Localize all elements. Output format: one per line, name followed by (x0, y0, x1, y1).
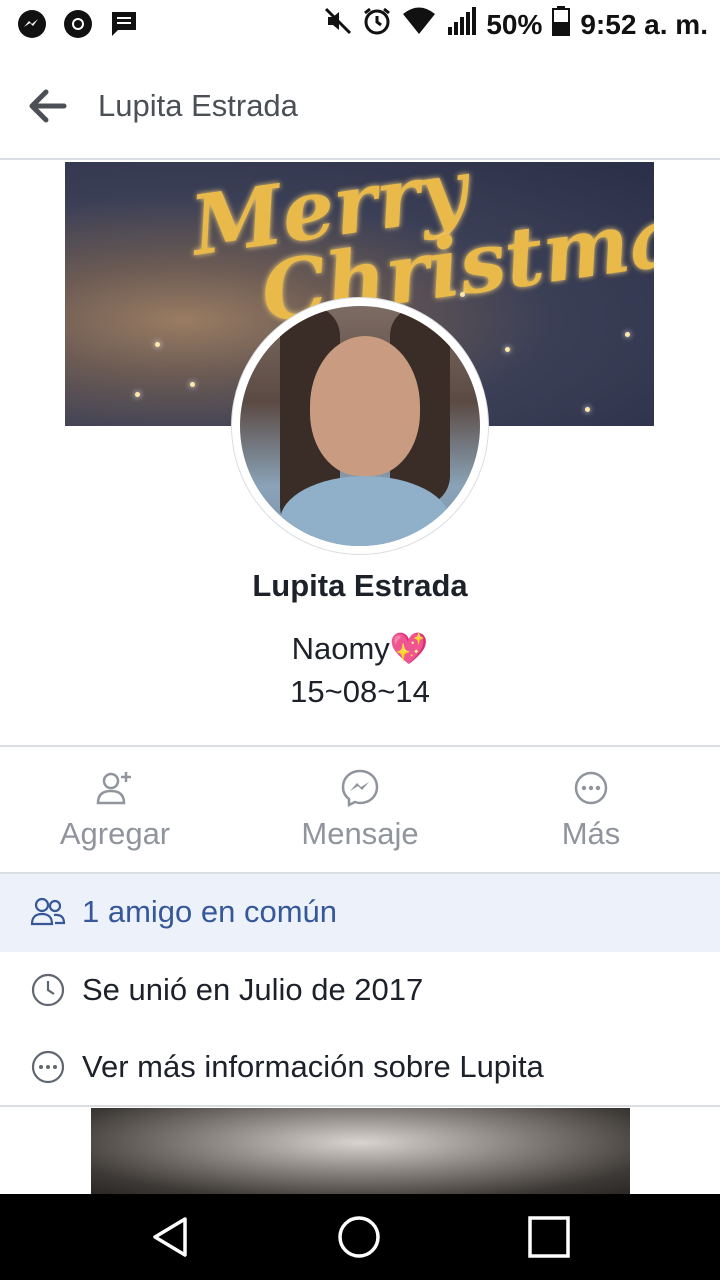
alarm-icon (362, 6, 392, 43)
add-friend-button[interactable]: Agregar (15, 768, 215, 852)
battery-icon (552, 6, 571, 43)
more-info-row[interactable]: Ver más información sobre Lupita (0, 1029, 720, 1107)
more-label: Más (561, 816, 621, 851)
message-label: Mensaje (301, 816, 419, 851)
message-icon (108, 8, 140, 40)
status-bar: 50% 9:52 a. m. (0, 0, 720, 50)
navigation-bar (0, 1194, 720, 1280)
joined-row: Se unió en Julio de 2017 (0, 952, 720, 1030)
back-arrow-icon (26, 89, 70, 130)
profile-bio-line: Naomy💖 (291, 631, 429, 666)
app-header: Lupita Estrada (0, 50, 720, 160)
featured-photo[interactable] (91, 1108, 630, 1194)
more-icon (30, 1049, 66, 1085)
more-button[interactable]: Más (491, 768, 691, 852)
messenger-icon (16, 8, 48, 40)
friends-icon (30, 894, 66, 930)
mute-icon (324, 7, 352, 42)
wifi-icon (402, 7, 436, 42)
add-friend-icon (95, 768, 135, 808)
profile-bio-line: 15~08~14 (290, 674, 430, 709)
chrome-icon (62, 8, 94, 40)
clock: 9:52 a. m. (580, 8, 708, 40)
profile-actions: Agregar Mensaje Más (0, 748, 720, 872)
profile-picture[interactable] (232, 298, 488, 554)
profile-name: Lupita Estrada (252, 568, 468, 603)
more-icon (571, 768, 611, 808)
nav-home-icon[interactable] (336, 1214, 382, 1260)
message-button[interactable]: Mensaje (260, 768, 460, 852)
messenger-icon (340, 768, 380, 808)
more-info-link: Ver más información sobre Lupita (82, 1049, 544, 1084)
clock-icon (30, 972, 66, 1008)
divider (0, 745, 720, 747)
add-friend-label: Agregar (59, 816, 171, 851)
page-title: Lupita Estrada (98, 88, 298, 123)
nav-recents-icon[interactable] (526, 1214, 572, 1260)
divider (0, 1105, 720, 1107)
nav-back-icon[interactable] (147, 1214, 193, 1260)
joined-text: Se unió en Julio de 2017 (82, 972, 424, 1007)
back-button[interactable] (26, 86, 70, 126)
battery-percent: 50% (486, 8, 543, 40)
signal-icon (446, 7, 477, 42)
mutual-friends-text: 1 amigo en común (82, 894, 338, 929)
mutual-friends-row[interactable]: 1 amigo en común (0, 874, 720, 952)
